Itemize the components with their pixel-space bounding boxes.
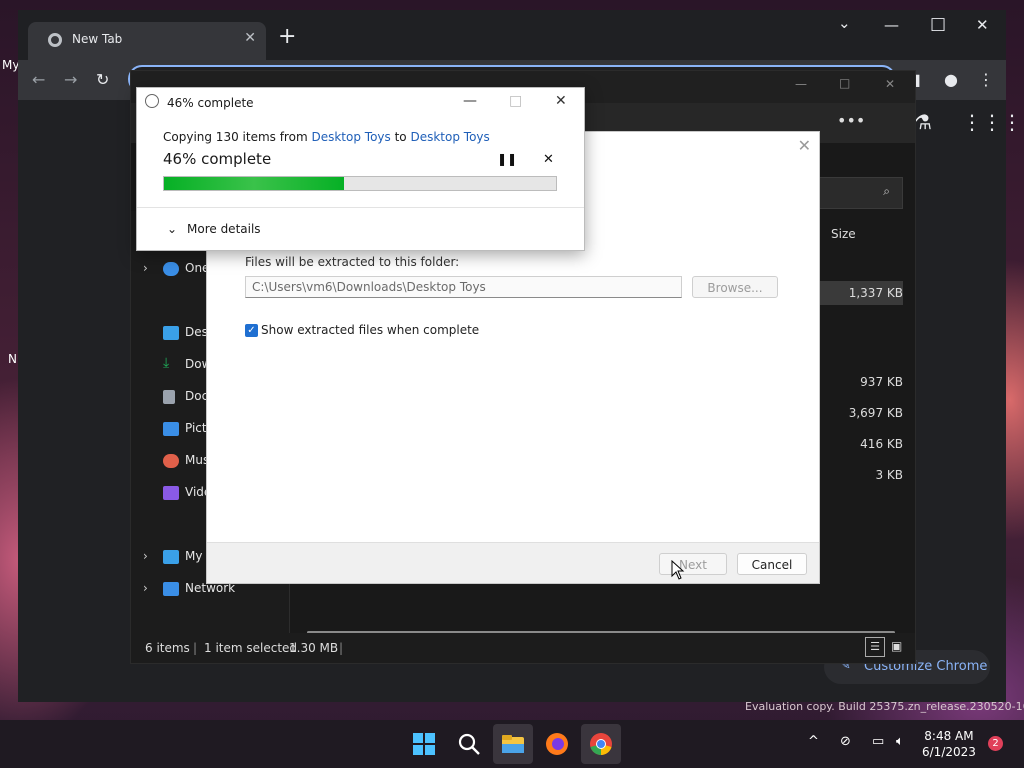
progress-titlebar: 46% complete — □ ✕ xyxy=(137,88,584,116)
this-pc-icon xyxy=(163,550,179,564)
taskbar-clock[interactable]: 8:48 AM 6/1/2023 xyxy=(922,728,976,760)
notification-badge[interactable]: 2 xyxy=(988,736,1003,751)
documents-icon xyxy=(163,390,175,404)
explorer-search-box[interactable]: ⌕ xyxy=(811,177,903,209)
divider xyxy=(137,207,584,208)
nav-label: My xyxy=(185,549,203,563)
desktop-icon-label[interactable]: N xyxy=(8,352,17,366)
copy-progress-fill xyxy=(164,177,345,190)
item-count: 6 items xyxy=(145,641,190,655)
network-icon xyxy=(163,582,179,596)
chrome-tab[interactable]: New Tab ✕ xyxy=(28,22,266,60)
nav-label: Pict xyxy=(185,421,207,435)
copy-progress-bar xyxy=(163,176,557,191)
tab-close-icon[interactable]: ✕ xyxy=(244,30,256,46)
copy-description: Copying 130 items from Desktop Toys to D… xyxy=(163,130,490,144)
copy-prefix: Copying 130 items from xyxy=(163,130,308,144)
explorer-close-button[interactable]: ✕ xyxy=(885,77,895,91)
chevron-down-icon: ⌄ xyxy=(167,222,178,236)
network-status-icon[interactable]: ⊘ xyxy=(840,734,851,749)
onedrive-icon xyxy=(163,262,179,276)
progress-window-title: 46% complete xyxy=(167,96,254,110)
back-icon[interactable]: ← xyxy=(32,70,45,89)
new-tab-button[interactable]: + xyxy=(278,24,296,49)
tiles-view-icon[interactable]: ▣ xyxy=(891,639,902,653)
maximize-button[interactable]: □ xyxy=(930,14,946,34)
taskbar: ^ ⊘ ▭ 🔈︎ 8:48 AM 6/1/2023 2 xyxy=(0,720,1024,768)
clock-icon xyxy=(145,94,159,108)
destination-path-input[interactable]: C:\Users\vm6\Downloads\Desktop Toys xyxy=(245,276,682,298)
clock-date: 6/1/2023 xyxy=(922,745,976,759)
clock-time: 8:48 AM xyxy=(924,729,974,743)
progress-maximize-button: □ xyxy=(509,93,523,109)
file-size: 1,337 KB xyxy=(848,286,903,300)
selection-size: 1.30 MB xyxy=(289,641,339,655)
explorer-status-bar: 6 items | 1 item selected 1.30 MB | ☰ ▣ xyxy=(131,633,915,663)
destination-link[interactable]: Desktop Toys xyxy=(410,130,489,144)
size-column-header[interactable]: Size xyxy=(831,227,856,241)
tab-title: New Tab xyxy=(72,32,123,46)
volume-icon[interactable]: 🔈︎ xyxy=(896,734,904,749)
menu-icon[interactable]: ⋮ xyxy=(978,70,994,89)
chevron-right-icon[interactable]: › xyxy=(143,261,148,275)
file-size: 3,697 KB xyxy=(848,406,903,420)
desktop-icon xyxy=(163,326,179,340)
chrome-logo-icon xyxy=(48,33,62,47)
explorer-minimize-button[interactable]: — xyxy=(795,77,807,91)
cancel-copy-icon[interactable]: ✕ xyxy=(543,152,554,167)
cancel-button[interactable]: Cancel xyxy=(737,553,807,575)
videos-icon xyxy=(163,486,179,500)
to-word: to xyxy=(394,130,407,144)
show-hidden-icons-chevron[interactable]: ^ xyxy=(808,734,819,749)
tab-search-button[interactable]: ⌄ xyxy=(838,14,851,32)
file-explorer-taskbar-icon[interactable] xyxy=(499,730,527,758)
nav-label: Doc xyxy=(185,389,209,403)
nav-item-network[interactable]: › Network xyxy=(131,581,289,601)
chevron-right-icon[interactable]: › xyxy=(143,581,148,595)
pictures-icon xyxy=(163,422,179,436)
wizard-footer: Next Cancel xyxy=(207,542,819,583)
chevron-right-icon[interactable]: › xyxy=(143,549,148,563)
more-options-icon[interactable]: ••• xyxy=(837,111,865,130)
search-taskbar-icon[interactable] xyxy=(455,730,483,758)
chrome-taskbar-icon[interactable] xyxy=(587,730,615,758)
reload-icon[interactable]: ↻ xyxy=(96,70,109,89)
close-button[interactable]: ✕ xyxy=(976,16,989,34)
details-view-icon[interactable]: ☰ xyxy=(865,637,885,657)
selection-count: 1 item selected xyxy=(204,641,298,655)
music-icon xyxy=(163,454,179,468)
pause-icon[interactable]: ❚❚ xyxy=(497,152,517,166)
file-size: 416 KB xyxy=(860,437,903,451)
apps-grid-icon[interactable]: ⋮⋮⋮ xyxy=(962,110,1022,134)
file-size: 3 KB xyxy=(875,468,903,482)
wizard-close-icon[interactable]: ✕ xyxy=(798,136,811,155)
display-icon[interactable]: ▭ xyxy=(872,734,884,749)
progress-close-button[interactable]: ✕ xyxy=(555,93,567,109)
explorer-maximize-button[interactable]: □ xyxy=(839,76,850,90)
forward-icon[interactable]: → xyxy=(64,70,77,89)
next-button[interactable]: Next xyxy=(659,553,727,575)
start-button[interactable] xyxy=(410,730,438,758)
minimize-button[interactable]: — xyxy=(884,16,899,34)
desktop-icon-label[interactable]: My xyxy=(2,58,19,72)
mouse-cursor-icon xyxy=(671,560,685,580)
more-details-toggle[interactable]: ⌄ More details xyxy=(167,222,261,236)
file-size: 937 KB xyxy=(860,375,903,389)
copy-progress-dialog: 46% complete — □ ✕ Copying 130 items fro… xyxy=(136,87,585,251)
downloads-icon: ⤓ xyxy=(163,355,170,371)
labs-icon[interactable]: ⚗ xyxy=(914,110,932,134)
destination-label: Files will be extracted to this folder: xyxy=(245,255,460,269)
profile-icon[interactable]: ● xyxy=(944,70,958,89)
chrome-tab-strip: New Tab ✕ + ⌄ — □ ✕ xyxy=(18,10,1006,60)
firefox-taskbar-icon[interactable] xyxy=(543,730,571,758)
progress-minimize-button[interactable]: — xyxy=(463,93,477,109)
progress-status: 46% complete xyxy=(163,150,272,168)
show-files-label: Show extracted files when complete xyxy=(261,323,480,337)
show-files-checkbox[interactable]: ✓ xyxy=(245,324,258,337)
more-details-label: More details xyxy=(187,222,261,236)
browse-button[interactable]: Browse... xyxy=(692,276,778,298)
evaluation-watermark: Evaluation copy. Build 25375.zn_release.… xyxy=(745,700,1024,713)
search-icon: ⌕ xyxy=(883,184,890,198)
source-link[interactable]: Desktop Toys xyxy=(311,130,390,144)
